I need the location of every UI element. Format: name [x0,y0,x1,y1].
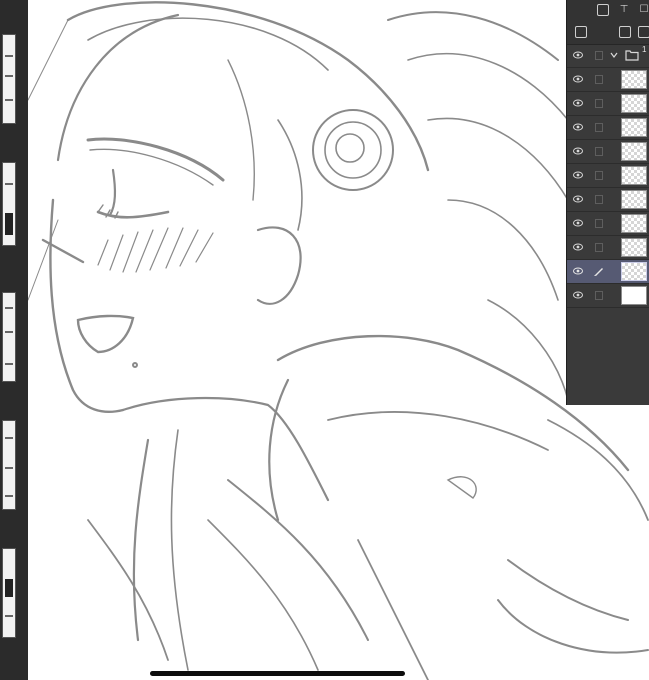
layer-checkbox[interactable] [595,243,603,252]
eye-icon[interactable] [573,123,583,131]
page-thumbnail[interactable] [2,548,16,638]
folder-icon[interactable] [619,26,631,38]
layer-thumbnail [621,166,647,185]
drawing-canvas[interactable] [28,0,649,680]
page-thumbnail-strip[interactable] [0,0,28,680]
layer-thumbnail [621,70,647,89]
layer-thumbnail [621,262,647,281]
page-thumbnail[interactable] [2,420,16,510]
layer-row[interactable] [567,140,649,164]
eye-icon[interactable] [573,75,583,83]
layer-checkbox[interactable] [595,219,603,228]
eye-icon[interactable] [573,147,583,155]
layer-row[interactable] [567,188,649,212]
paper-layer-row[interactable] [567,284,649,308]
eye-icon[interactable] [573,219,583,227]
layer-checkbox[interactable] [595,51,603,60]
layer-panel-toolbar: ⊤ ☐ [567,0,649,45]
layer-thumbnail [621,190,647,209]
home-indicator[interactable] [150,671,405,676]
layer-thumbnail [621,214,647,233]
layer-folder-row[interactable]: 1 [567,44,649,68]
copy-icon[interactable] [638,26,649,38]
eye-icon[interactable] [573,291,583,299]
layer-row[interactable] [567,116,649,140]
pen-icon [594,268,603,276]
layer-checkbox[interactable] [595,147,603,156]
page-thumbnail[interactable] [2,34,16,124]
page-thumbnail[interactable] [2,162,16,246]
eye-icon[interactable] [573,171,583,179]
new-layer-icon[interactable] [597,4,609,16]
layer-panel: ⊤ ☐ 1 [566,0,649,405]
layer-thumbnail [621,118,647,137]
transfer-icon[interactable]: ⊤ [618,4,630,16]
chevron-down-icon[interactable] [609,50,619,60]
layer-checkbox[interactable] [595,75,603,84]
eye-icon[interactable] [573,99,583,107]
sketch-artwork [28,1,649,680]
lock-icon[interactable]: ☐ [638,4,649,16]
layer-checkbox[interactable] [595,171,603,180]
folder-label: 1 [642,45,647,54]
eye-icon[interactable] [573,243,583,251]
eye-icon[interactable] [573,267,583,275]
layer-checkbox[interactable] [595,291,603,300]
eye-icon[interactable] [573,195,583,203]
layer-thumbnail [621,94,647,113]
layer-settings-icon[interactable] [575,26,587,38]
layer-row[interactable] [567,212,649,236]
layer-thumbnail [621,142,647,161]
layer-checkbox[interactable] [595,99,603,108]
paper-layer-thumbnail [621,286,647,305]
layer-row-selected[interactable] [567,260,649,284]
layer-row[interactable] [567,236,649,260]
layer-row[interactable] [567,92,649,116]
layer-checkbox[interactable] [595,123,603,132]
layer-thumbnail [621,238,647,257]
eye-icon[interactable] [573,51,583,59]
layer-row[interactable] [567,68,649,92]
layer-checkbox[interactable] [595,195,603,204]
layer-row[interactable] [567,164,649,188]
folder-icon [625,50,639,61]
page-thumbnail[interactable] [2,292,16,382]
